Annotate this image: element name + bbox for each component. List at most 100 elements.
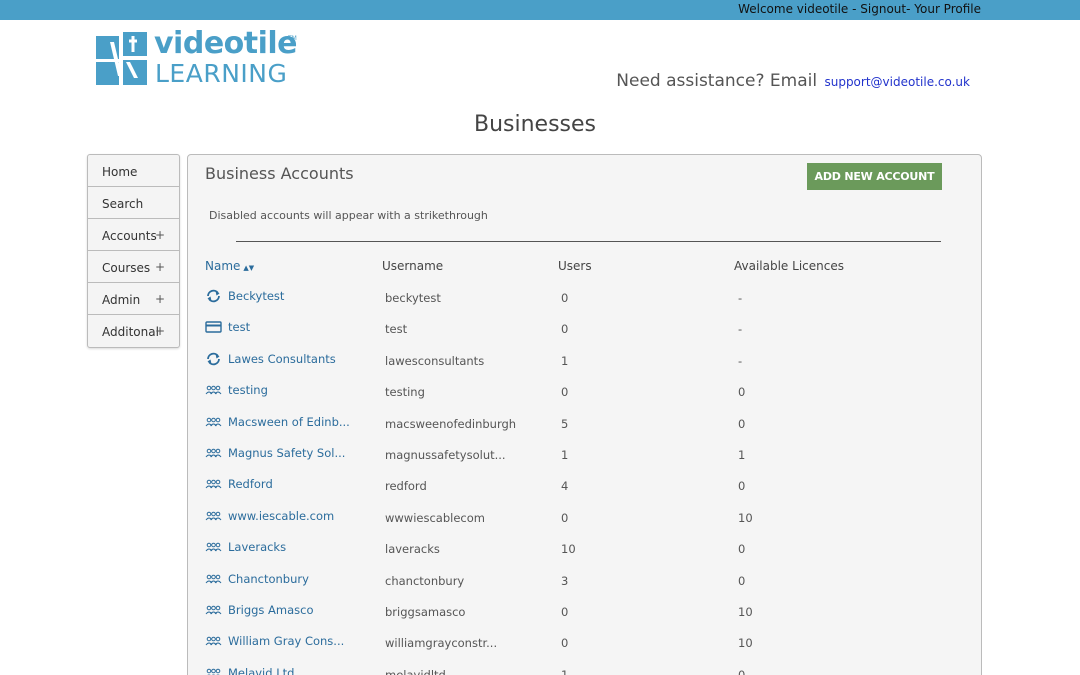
account-available-licences: - (738, 291, 743, 305)
profile-link[interactable]: - Your Profile (906, 2, 981, 16)
account-name-link[interactable]: Chanctonbury (228, 572, 309, 586)
column-header-label: Name (205, 259, 241, 273)
refresh-icon (205, 352, 222, 366)
account-users-count: 5 (561, 416, 569, 431)
table-row: Macsween of Edinb... macsweenofedinburgh 5… (188, 409, 981, 440)
sidebar-nav: Home Search Accounts + Courses + Admin + Ad… (87, 154, 180, 348)
sidebar-item-label: Search (102, 197, 144, 211)
account-users-count: 0 (561, 291, 569, 305)
group-icon (205, 572, 222, 586)
sidebar-item-accounts[interactable]: Accounts + (88, 219, 179, 251)
account-available-licences: 0 (738, 385, 746, 400)
add-new-account-button[interactable]: ADD NEW ACCOUNT (807, 163, 942, 190)
account-username: williamgrayconstr... (385, 636, 498, 651)
account-username: briggsamasco (385, 604, 466, 619)
table-row: Redford redford 4 0 (188, 471, 981, 502)
account-name-link[interactable]: Macsween of Edinb... (228, 415, 350, 429)
support-email-link[interactable]: support@videotile.co.uk (824, 75, 970, 89)
welcome-text: Welcome videotile (738, 2, 849, 16)
account-name-link[interactable]: Beckytest (228, 289, 284, 303)
sidebar-item-home[interactable]: Home (88, 155, 179, 187)
sidebar-item-label: Courses (102, 261, 151, 275)
column-header-users: Users (558, 259, 592, 273)
sidebar-item-courses[interactable]: Courses + (88, 251, 179, 283)
group-icon (205, 509, 222, 523)
account-name-link[interactable]: Lawes Consultants (228, 352, 336, 366)
account-users-count: 10 (561, 542, 576, 557)
account-name-link[interactable]: testing (228, 383, 268, 397)
account-username: chanctonbury (385, 573, 465, 588)
user-links: Welcome videotile - Signout- Your Profil… (738, 2, 981, 16)
videotile-logo-icon (96, 32, 147, 85)
account-name-link[interactable]: Magnus Safety Sol... (228, 446, 345, 460)
account-users-count: 0 (561, 510, 569, 525)
group-icon (205, 540, 222, 554)
group-icon (205, 415, 222, 429)
sidebar-item-label: Accounts (102, 229, 157, 243)
account-username: lawesconsultants (385, 353, 485, 368)
account-name-link[interactable]: www.iescable.com (228, 509, 334, 523)
account-username: laveracks (385, 542, 440, 557)
expand-icon: + (154, 292, 165, 306)
accounts-table: Beckytest beckytest 0- test test 0- Lawes Cons… (188, 283, 981, 675)
account-available-licences: - (738, 322, 743, 337)
account-available-licences: 0 (738, 416, 746, 431)
videotile-logo[interactable]: videotile TM LEARNING (96, 26, 306, 88)
account-username: wwwiescablecom (385, 510, 485, 525)
table-row: Melavid Ltd melavidltd 1 0 (188, 660, 981, 675)
sidebar-item-admin[interactable]: Admin + (88, 283, 179, 315)
group-icon (205, 634, 222, 648)
group-icon (205, 446, 222, 460)
assistance-text: Need assistance? Email (616, 71, 818, 91)
account-available-licences: - (738, 353, 743, 368)
logo-text-videotile: videotile (154, 26, 298, 61)
strikethrough-note: Disabled accounts will appear with a str… (209, 209, 488, 222)
credit-card-icon (205, 320, 222, 334)
page-title: Businesses (473, 112, 596, 137)
account-username: magnussafetysolut... (385, 447, 506, 462)
table-row: Chanctonbury chanctonbury 3 0 (188, 566, 981, 597)
table-row: Briggs Amasco briggsamasco 0 10 (188, 597, 981, 628)
account-available-licences: 0 (738, 542, 746, 557)
account-name-link[interactable]: Briggs Amasco (228, 603, 314, 617)
expand-icon: + (154, 260, 165, 274)
table-row: Beckytest beckytest 0 - (188, 283, 981, 314)
sidebar-item-label: Home (102, 165, 138, 179)
account-available-licences: 10 (738, 510, 753, 525)
table-row: testing testing 0 0 (188, 377, 981, 408)
account-name-link[interactable]: Laveracks (228, 540, 286, 554)
account-username: beckytest (385, 291, 441, 305)
account-available-licences: 10 (738, 604, 753, 619)
account-available-licences: 10 (738, 636, 753, 651)
account-users-count: 0 (561, 385, 569, 400)
sort-icon: ▲▼ (243, 264, 255, 272)
sidebar-item-search[interactable]: Search (88, 187, 179, 219)
table-row: Lawes Consultants lawesconsultants 1 - (188, 346, 981, 377)
logo-trademark: TM (288, 35, 297, 42)
account-available-licences: 1 (738, 447, 746, 462)
account-users-count: 1 (561, 447, 569, 462)
group-icon (205, 603, 222, 617)
account-users-count: 1 (561, 353, 569, 368)
group-icon (205, 383, 222, 397)
account-name-link[interactable]: Redford (228, 477, 273, 491)
account-name-link[interactable]: Melavid Ltd (228, 666, 294, 675)
account-users-count: 3 (561, 573, 569, 588)
signout-link[interactable]: - Signout (848, 2, 906, 16)
account-username: test (385, 322, 408, 337)
panel-title: Business Accounts (205, 164, 354, 183)
account-username: melavidltd (385, 667, 446, 675)
sidebar-item-additional[interactable]: Additonal + (88, 315, 179, 347)
table-row: William Gray Cons... williamgrayconstr...… (188, 628, 981, 659)
account-users-count: 0 (561, 636, 569, 651)
column-header-username: Username (382, 259, 444, 273)
table-row: test test 0 - (188, 314, 981, 345)
account-available-licences: 0 (738, 667, 746, 675)
refresh-icon (205, 289, 222, 303)
logo-text-learning: LEARNING (155, 59, 288, 88)
account-name-link[interactable]: test (228, 320, 250, 334)
account-name-link[interactable]: William Gray Cons... (228, 634, 344, 648)
account-available-licences: 0 (738, 479, 746, 494)
column-header-name[interactable]: Name ▲▼ (205, 259, 254, 273)
account-username: testing (385, 385, 425, 400)
